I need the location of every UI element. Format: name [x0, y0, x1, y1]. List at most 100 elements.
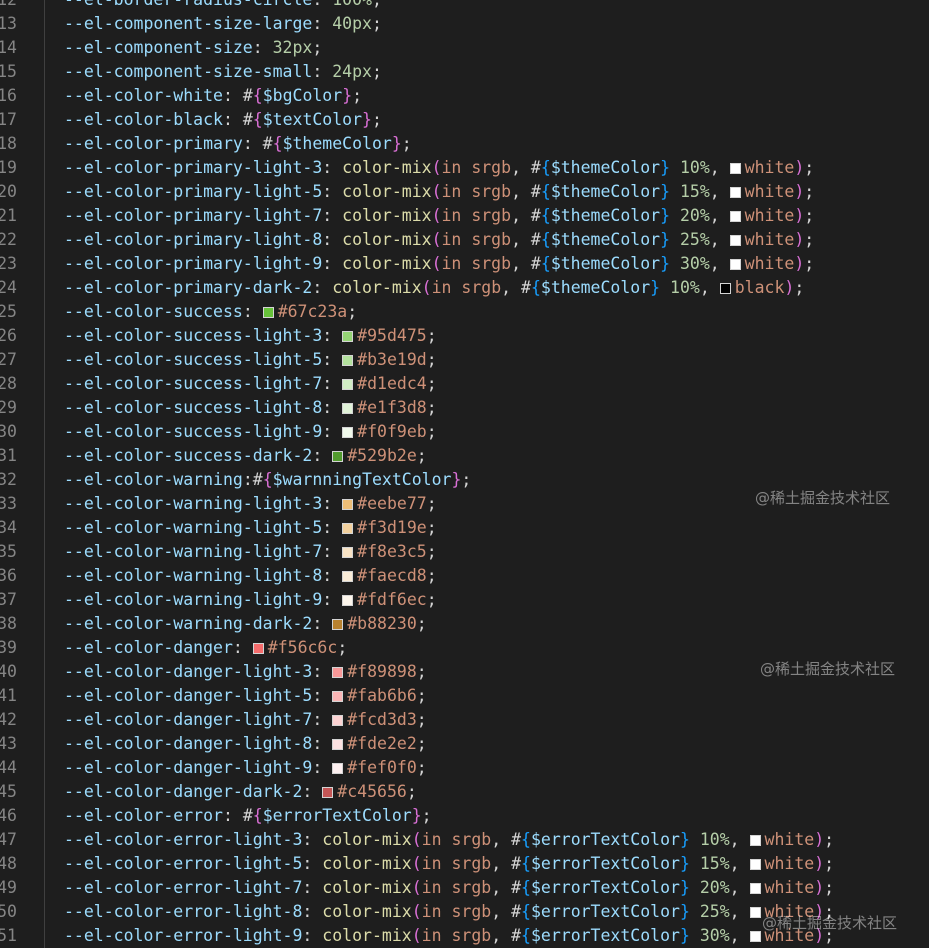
line-number: 48 [0, 854, 17, 873]
code-line[interactable]: 24 --el-color-primary-dark-2: color-mix(i… [0, 276, 929, 300]
code-line[interactable]: 29 --el-color-success-light-8: #e1f3d8; [0, 396, 929, 420]
color-swatch-icon[interactable] [342, 499, 354, 510]
code-line[interactable]: 13 --el-component-size-large: 40px; [0, 12, 929, 36]
code-line[interactable]: 47 --el-color-error-light-3: color-mix(in… [0, 828, 929, 852]
code-line[interactable]: 45 --el-color-danger-dark-2: #c45656; [0, 780, 929, 804]
color-swatch-icon[interactable] [749, 883, 761, 894]
code-line[interactable]: 36 --el-color-warning-light-8: #faecd8; [0, 564, 929, 588]
code-line[interactable]: 16 --el-color-white: #{$bgColor}; [0, 84, 929, 108]
code-token: $themeColor [550, 230, 661, 249]
code-editor[interactable]: 12 --el-border-radius-circle: 100%; 13 --el… [0, 0, 929, 948]
code-line[interactable]: 18 --el-color-primary: #{$themeColor}; [0, 132, 929, 156]
code-token: { [521, 830, 531, 849]
color-swatch-icon[interactable] [729, 235, 741, 246]
line-number: 20 [0, 182, 17, 201]
code-token: ( [411, 854, 422, 873]
color-swatch-icon[interactable] [749, 859, 761, 870]
code-token: : [302, 830, 323, 849]
code-line[interactable]: 26 --el-color-success-light-3: #95d475; [0, 324, 929, 348]
color-swatch-icon[interactable] [342, 523, 354, 534]
indent-guide [44, 588, 45, 612]
code-token: , # [511, 254, 541, 273]
color-swatch-icon[interactable] [332, 691, 344, 702]
code-line[interactable]: 31 --el-color-success-dark-2: #529b2e; [0, 444, 929, 468]
code-token: $themeColor [550, 158, 661, 177]
code-line[interactable]: 44 --el-color-danger-light-9: #fef0f0; [0, 756, 929, 780]
code-line[interactable]: 43 --el-color-danger-light-8: #fde2e2; [0, 732, 929, 756]
code-line[interactable]: 38 --el-color-warning-dark-2: #b88230; [0, 612, 929, 636]
code-token: } [660, 206, 671, 225]
color-swatch-icon[interactable] [252, 643, 264, 654]
color-swatch-icon[interactable] [342, 571, 354, 582]
color-swatch-icon[interactable] [262, 307, 274, 318]
code-token: color-mix [322, 830, 412, 849]
color-swatch-icon[interactable] [729, 163, 741, 174]
code-line[interactable]: 15 --el-component-size-small: 24px; [0, 60, 929, 84]
color-swatch-icon[interactable] [342, 331, 354, 342]
code-token: color-mix [322, 878, 412, 897]
color-swatch-icon[interactable] [729, 259, 741, 270]
code-line[interactable]: 27 --el-color-success-light-5: #b3e19d; [0, 348, 929, 372]
code-line[interactable]: 14 --el-component-size: 32px; [0, 36, 929, 60]
code-line[interactable]: 22 --el-color-primary-light-8: color-mix(… [0, 228, 929, 252]
indent-guide [44, 228, 45, 252]
color-swatch-icon[interactable] [332, 667, 344, 678]
code-line[interactable]: 23 --el-color-primary-light-9: color-mix(… [0, 252, 929, 276]
code-token: : [312, 662, 333, 681]
code-line[interactable]: 21 --el-color-primary-light-7: color-mix(… [0, 204, 929, 228]
code-token: ; [804, 206, 815, 225]
color-swatch-icon[interactable] [342, 355, 354, 366]
color-swatch-icon[interactable] [322, 787, 334, 798]
code-line[interactable]: 20 --el-color-primary-light-5: color-mix(… [0, 180, 929, 204]
code-line[interactable]: 46 --el-color-error: #{$errorTextColor}; [0, 804, 929, 828]
color-swatch-icon[interactable] [749, 835, 761, 846]
code-line[interactable]: 19 --el-color-primary-light-3: color-mix(… [0, 156, 929, 180]
code-token: } [679, 926, 690, 945]
code-line[interactable]: 41 --el-color-danger-light-5: #fab6b6; [0, 684, 929, 708]
code-line[interactable]: 48 --el-color-error-light-5: color-mix(in… [0, 852, 929, 876]
color-swatch-icon[interactable] [729, 211, 741, 222]
color-swatch-icon[interactable] [749, 931, 761, 942]
color-swatch-icon[interactable] [342, 379, 354, 390]
code-token: #e1f3d8 [357, 398, 427, 417]
color-swatch-icon[interactable] [749, 907, 761, 918]
code-text: --el-border-radius-circle: 100%; [64, 0, 382, 12]
color-swatch-icon[interactable] [342, 547, 354, 558]
code-line[interactable]: 25 --el-color-success: #67c23a; [0, 300, 929, 324]
code-token: srgb [451, 926, 492, 945]
color-swatch-icon[interactable] [342, 427, 354, 438]
code-text: --el-color-warning-dark-2: #b88230; [64, 612, 427, 636]
color-swatch-icon[interactable] [332, 451, 344, 462]
code-token: , # [511, 230, 541, 249]
code-token: $errorTextColor [530, 926, 680, 945]
code-line[interactable]: 12 --el-border-radius-circle: 100%; [0, 0, 929, 12]
color-swatch-icon[interactable] [332, 619, 344, 630]
code-token: 15% [699, 854, 730, 873]
color-swatch-icon[interactable] [342, 595, 354, 606]
color-swatch-icon[interactable] [332, 763, 344, 774]
code-text: --el-color-primary-light-8: color-mix(in… [64, 228, 814, 252]
color-swatch-icon[interactable] [332, 715, 344, 726]
color-swatch-icon[interactable] [342, 403, 354, 414]
code-token: ; [426, 326, 437, 345]
color-swatch-icon[interactable] [332, 739, 344, 750]
color-swatch-icon[interactable] [729, 187, 741, 198]
code-line[interactable]: 30 --el-color-success-light-9: #f0f9eb; [0, 420, 929, 444]
code-line[interactable]: 17 --el-color-black: #{$textColor}; [0, 108, 929, 132]
code-line[interactable]: 37 --el-color-warning-light-9: #fdf6ec; [0, 588, 929, 612]
code-token: $themeColor [540, 278, 651, 297]
code-token: { [262, 470, 273, 489]
code-token: #f3d19e [357, 518, 427, 537]
code-line[interactable]: 28 --el-color-success-light-7: #d1edc4; [0, 372, 929, 396]
code-text: --el-color-success-light-7: #d1edc4; [64, 372, 437, 396]
code-line[interactable]: 49 --el-color-error-light-7: color-mix(in… [0, 876, 929, 900]
code-line[interactable]: 42 --el-color-danger-light-7: #fcd3d3; [0, 708, 929, 732]
color-swatch-icon[interactable] [719, 283, 731, 294]
code-line[interactable]: 35 --el-color-warning-light-7: #f8e3c5; [0, 540, 929, 564]
code-token: ( [431, 158, 442, 177]
code-token: { [521, 902, 531, 921]
code-line[interactable]: 34 --el-color-warning-light-5: #f3d19e; [0, 516, 929, 540]
code-line[interactable]: 39 --el-color-danger: #f56c6c; [0, 636, 929, 660]
code-token: in [441, 254, 472, 273]
